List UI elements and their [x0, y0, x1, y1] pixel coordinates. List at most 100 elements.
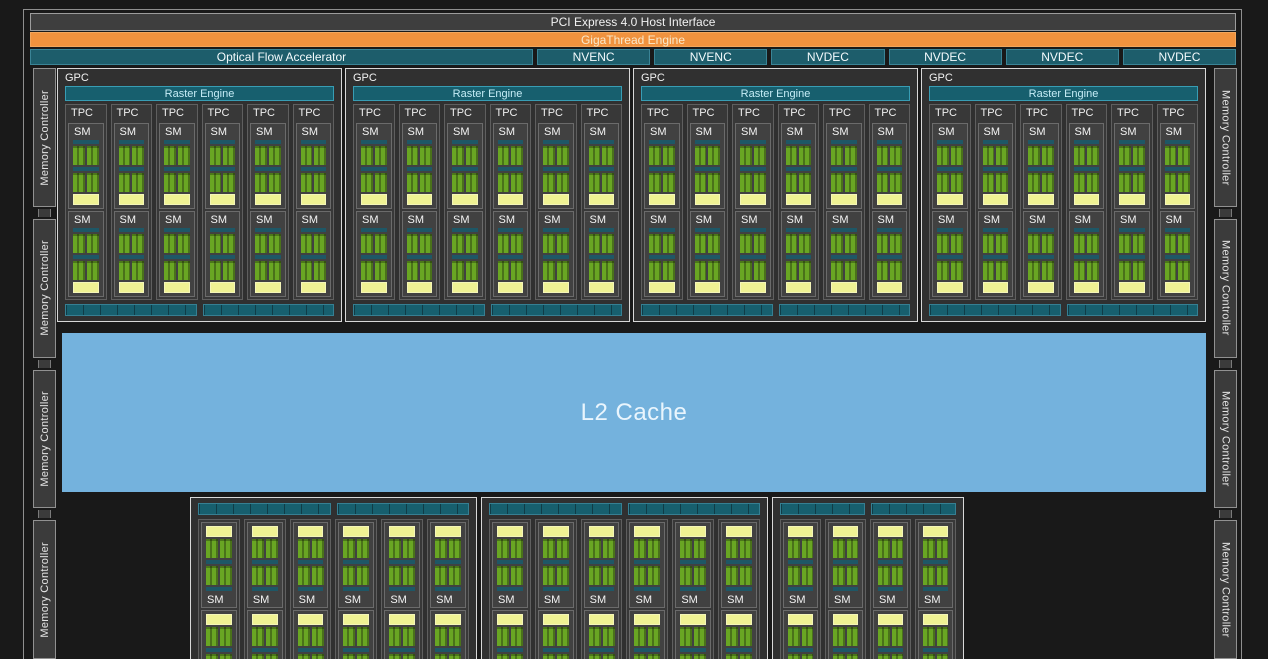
sm-core-subblock: [890, 146, 902, 165]
sm-core-block: [1119, 146, 1145, 165]
sm-core-block: [210, 173, 236, 192]
sm-core-block: [831, 234, 857, 253]
sm-teal-bar: [589, 140, 615, 144]
sm-core-block: [343, 627, 369, 646]
sm-core-subblock: [403, 654, 415, 659]
sm-teal-bar: [119, 140, 145, 144]
sm-teal-bar: [498, 228, 524, 232]
tpc-label: TPC: [1160, 105, 1196, 121]
sm-core-subblock: [833, 627, 845, 646]
sm-core-block: [361, 234, 387, 253]
gpc-label: GPC: [353, 72, 377, 84]
sm-core-subblock: [589, 566, 601, 585]
sm-core-subblock: [648, 539, 660, 558]
sm-teal-bar: [1074, 228, 1100, 232]
sm-core-subblock: [343, 539, 355, 558]
sm-core-subblock: [511, 234, 523, 253]
sm-core-block: [255, 146, 281, 165]
sm-teal-bar: [543, 648, 569, 652]
rop-partition: [203, 304, 335, 316]
memory-controller-box: Memory Controller: [1214, 370, 1237, 509]
tpc-box: TPCSMSM: [247, 104, 289, 300]
sm-core-subblock: [634, 627, 646, 646]
sm-core-subblock: [435, 627, 447, 646]
sm-core-subblock: [663, 146, 675, 165]
sm-core-subblock: [220, 627, 232, 646]
sm-core-subblock: [557, 146, 569, 165]
rop-row: [780, 503, 956, 515]
optical-flow-accelerator-box: Optical Flow Accelerator: [30, 49, 533, 65]
sm-core-subblock: [498, 261, 510, 280]
sm-box: SM: [781, 123, 817, 209]
sm-core-block: [937, 261, 963, 280]
sm-core-subblock: [298, 654, 310, 659]
sm-core-subblock: [923, 654, 935, 659]
sm-box: SM: [584, 123, 620, 209]
sm-core-block: [206, 627, 232, 646]
sm-yellow-bar: [649, 194, 675, 205]
sm-core-block: [343, 566, 369, 585]
sm-teal-bar: [301, 167, 327, 171]
sm-box: SM: [644, 211, 680, 297]
sm-core-block: [695, 261, 721, 280]
sm-core-subblock: [255, 146, 267, 165]
tpc-box: TPCSMSM: [641, 104, 683, 300]
codec-engine-nvdec-box: NVDEC: [1123, 49, 1236, 65]
sm-core-subblock: [255, 234, 267, 253]
sm-core-subblock: [649, 173, 661, 192]
sm-core-block: [726, 539, 752, 558]
sm-core-subblock: [877, 146, 889, 165]
sm-label: SM: [1165, 125, 1191, 138]
tpc-box: TPCSMSM: [718, 519, 760, 659]
tpc-box: TPCSMSM: [581, 519, 623, 659]
sm-box: SM: [873, 522, 908, 608]
sm-teal-bar: [589, 228, 615, 232]
sm-box: SM: [247, 522, 283, 608]
sm-teal-bar: [1074, 167, 1100, 171]
sm-core-block: [252, 566, 278, 585]
sm-core-subblock: [178, 146, 190, 165]
tpc-box: TPCSMSM: [156, 104, 198, 300]
memory-controller-column-right: Memory ControllerMemory ControllerMemory…: [1214, 68, 1237, 659]
sm-yellow-bar: [407, 194, 433, 205]
sm-teal-bar: [649, 255, 675, 259]
sm-core-block: [878, 539, 903, 558]
sm-core-subblock: [407, 234, 419, 253]
sm-teal-bar: [649, 167, 675, 171]
sm-label: SM: [786, 213, 812, 226]
sm-yellow-bar: [589, 526, 615, 537]
sm-box: SM: [338, 522, 374, 608]
sm-core-subblock: [269, 146, 281, 165]
sm-core-block: [164, 261, 190, 280]
sm-core-subblock: [420, 173, 432, 192]
sm-box: SM: [781, 211, 817, 297]
sm-core-subblock: [694, 539, 706, 558]
optical-flow-accelerator-label: Optical Flow Accelerator: [217, 50, 346, 64]
sm-box: SM: [1160, 211, 1196, 297]
memory-controller-label: Memory Controller: [39, 240, 51, 336]
sm-core-subblock: [73, 234, 85, 253]
tpc-box: TPCSMSM: [489, 519, 531, 659]
sm-core-block: [543, 627, 569, 646]
sm-yellow-bar: [498, 194, 524, 205]
sm-yellow-bar: [543, 282, 569, 293]
sm-core-subblock: [847, 627, 859, 646]
sm-core-block: [497, 566, 523, 585]
memory-controller-box: Memory Controller: [33, 370, 56, 509]
sm-core-block: [298, 654, 324, 659]
sm-box: SM: [629, 610, 665, 659]
sm-teal-bar: [1165, 255, 1191, 259]
gigathread-engine-label: GigaThread Engine: [581, 33, 685, 47]
sm-label: SM: [543, 593, 569, 606]
gpc-label-row: GPC: [65, 69, 334, 86]
sm-core-block: [543, 566, 569, 585]
sm-box: SM: [918, 522, 953, 608]
sm-core-block: [937, 234, 963, 253]
tpc-label: TPC: [872, 105, 908, 121]
sm-core-block: [407, 146, 433, 165]
sm-core-subblock: [298, 627, 310, 646]
tpc-label: TPC: [296, 105, 332, 121]
sm-core-subblock: [802, 654, 814, 659]
sm-yellow-bar: [1074, 194, 1100, 205]
sm-core-block: [119, 173, 145, 192]
